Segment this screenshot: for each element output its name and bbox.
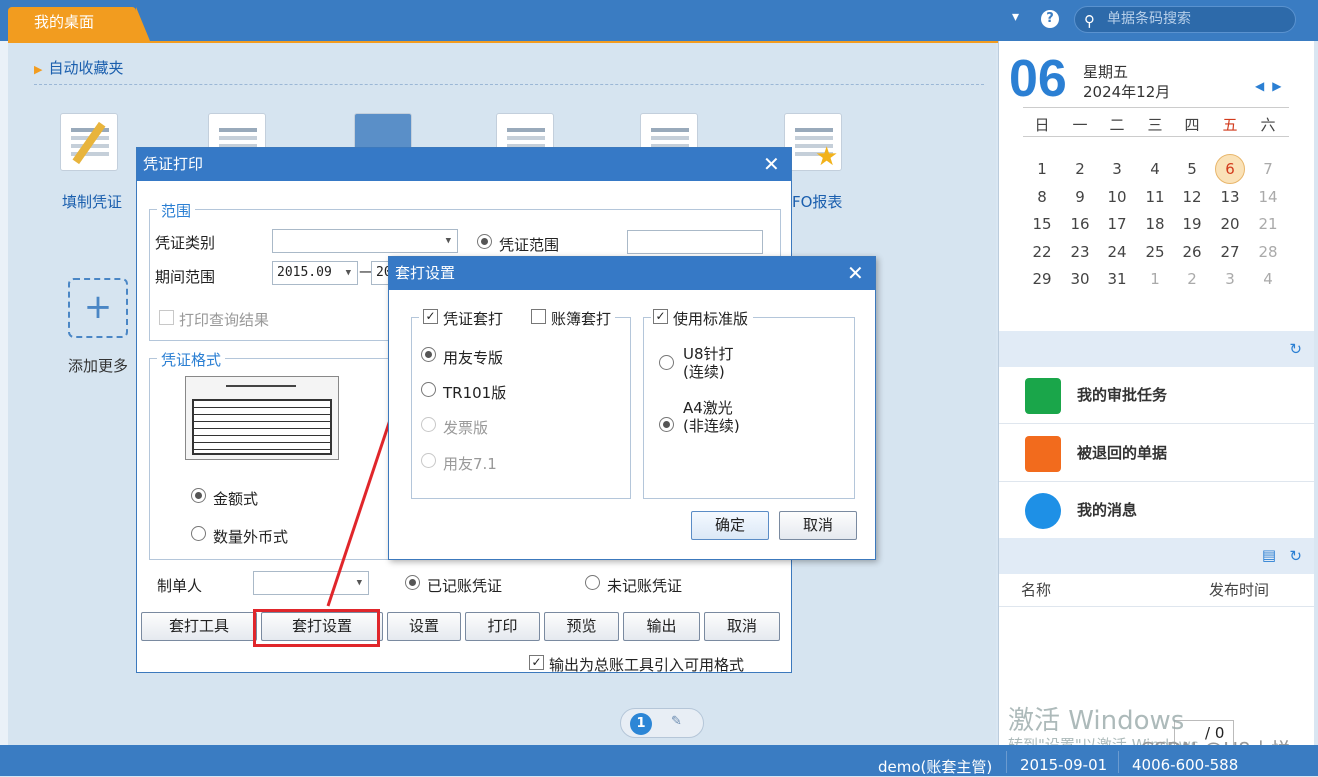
standard-group xyxy=(643,317,855,499)
a4-laser-radio[interactable] xyxy=(659,417,674,432)
close-icon[interactable]: ✕ xyxy=(847,257,864,290)
u8-dot-sublabel: (连续) xyxy=(683,363,725,381)
ledger-overlay-label: 账簿套打 xyxy=(551,310,612,328)
yonyou-radio[interactable] xyxy=(421,347,436,362)
use-standard-label: 使用标准版 xyxy=(673,310,749,328)
invoice-radio[interactable] xyxy=(421,417,436,432)
use-standard-checkbox[interactable]: ✓ xyxy=(653,309,668,324)
voucher-overlay-checkbox[interactable]: ✓ xyxy=(423,309,438,324)
tr101-label: TR101版 xyxy=(443,384,507,402)
dialog-title: 套打设置 xyxy=(389,257,875,290)
overlay-settings-dialog: 套打设置 ✕ ✓ 凭证套打 账簿套打 用友专版 TR101版 发票版 用友7.1… xyxy=(388,256,876,560)
yonyou71-radio[interactable] xyxy=(421,453,436,468)
cancel-button[interactable]: 取消 xyxy=(779,511,857,540)
yonyou71-label: 用友7.1 xyxy=(443,455,497,473)
invoice-label: 发票版 xyxy=(443,419,489,437)
u8-dot-radio[interactable] xyxy=(659,355,674,370)
ledger-overlay-checkbox[interactable] xyxy=(531,309,546,324)
ok-button[interactable]: 确定 xyxy=(691,511,769,540)
yonyou-label: 用友专版 xyxy=(443,349,504,367)
tr101-radio[interactable] xyxy=(421,382,436,397)
voucher-overlay-label: 凭证套打 xyxy=(443,310,504,328)
a4-laser-sublabel: (非连续) xyxy=(683,417,740,435)
